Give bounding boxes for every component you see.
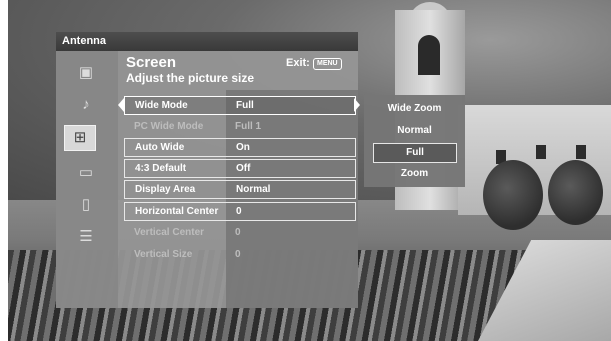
- option-full[interactable]: Full: [373, 143, 457, 163]
- option-normal[interactable]: Normal: [364, 122, 465, 140]
- setting-label: Wide Mode: [135, 100, 188, 111]
- building-window: [576, 145, 586, 159]
- setting-value: 0: [235, 227, 241, 238]
- exit-label: Exit:: [286, 57, 310, 69]
- setting-label: Display Area: [135, 184, 196, 195]
- tree: [483, 160, 543, 230]
- setting-value: On: [236, 142, 250, 153]
- option-wide-zoom[interactable]: Wide Zoom: [364, 100, 465, 118]
- left-arrow-icon: [118, 98, 124, 112]
- setting-label: Vertical Size: [134, 249, 193, 260]
- setting-label: 4:3 Default: [135, 163, 187, 174]
- setting-label: PC Wide Mode: [134, 121, 204, 132]
- setting-row-display-area[interactable]: Display Area Normal: [124, 180, 356, 199]
- menu-button-badge: MENU: [313, 58, 342, 70]
- setup-icon[interactable]: ☰: [76, 228, 96, 246]
- tree: [548, 160, 603, 225]
- setting-row-4-3-default[interactable]: 4:3 Default Off: [124, 159, 356, 178]
- setting-row-vertical-size: Vertical Size 0: [124, 246, 356, 265]
- setting-value: 0: [235, 249, 241, 260]
- picture-icon[interactable]: ▣: [76, 64, 96, 82]
- setting-row-wide-mode[interactable]: Wide Mode Full: [124, 96, 356, 115]
- setting-label: Horizontal Center: [135, 206, 219, 217]
- building-window: [536, 145, 546, 159]
- setting-value: 0: [236, 206, 242, 217]
- right-arrow-icon: [354, 98, 360, 112]
- option-zoom[interactable]: Zoom: [364, 165, 465, 183]
- setting-row-auto-wide[interactable]: Auto Wide On: [124, 138, 356, 157]
- setting-value: Full: [236, 100, 254, 111]
- setting-row-pc-wide-mode: PC Wide Mode Full 1: [124, 118, 356, 137]
- screen-icon[interactable]: ⊞: [64, 125, 96, 151]
- menu-title: Screen: [126, 54, 177, 71]
- setting-row-vertical-center: Vertical Center 0: [124, 224, 356, 243]
- setting-value: Normal: [236, 184, 271, 195]
- setting-label: Vertical Center: [134, 227, 205, 238]
- setting-label: Auto Wide: [135, 142, 185, 153]
- tower-window: [418, 35, 440, 75]
- setting-row-horizontal-center[interactable]: Horizontal Center 0: [124, 202, 356, 221]
- input-source-header: Antenna: [56, 32, 358, 51]
- channel-icon[interactable]: ▭: [76, 164, 96, 182]
- lock-icon[interactable]: ▯: [76, 196, 96, 214]
- sound-icon[interactable]: ♪: [76, 96, 96, 114]
- menu-subtitle: Adjust the picture size: [126, 71, 255, 85]
- setting-value: Full 1: [235, 121, 262, 132]
- setting-value: Off: [236, 163, 251, 174]
